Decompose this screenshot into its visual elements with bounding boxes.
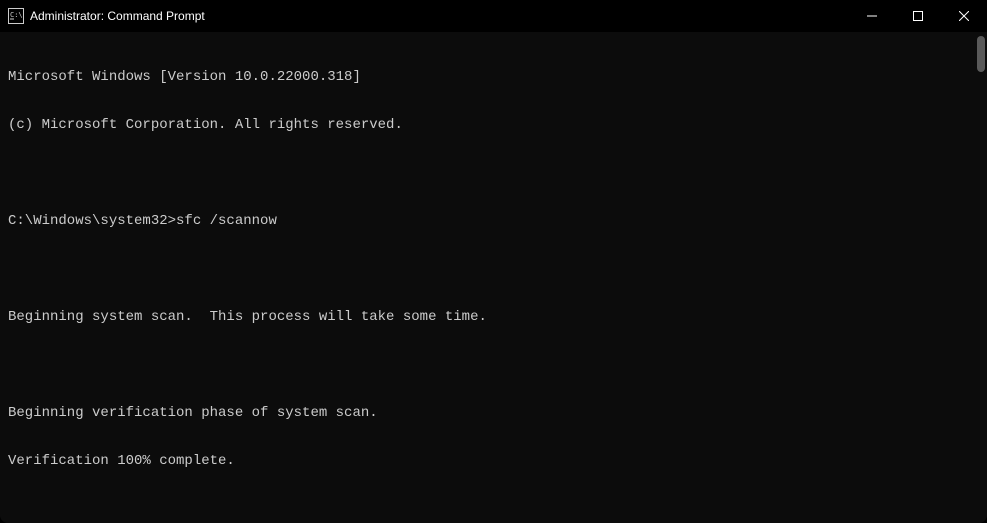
blank-line [8, 357, 979, 373]
window-title: Administrator: Command Prompt [30, 9, 849, 23]
blank-line [8, 165, 979, 181]
close-button[interactable] [941, 0, 987, 32]
output-line: (c) Microsoft Corporation. All rights re… [8, 117, 979, 133]
output-line: Verification 100% complete. [8, 453, 979, 469]
titlebar[interactable]: C:\ Administrator: Command Prompt [0, 0, 987, 32]
scrollbar-thumb[interactable] [977, 36, 985, 72]
maximize-button[interactable] [895, 0, 941, 32]
blank-line [8, 261, 979, 277]
output-line: Microsoft Windows [Version 10.0.22000.31… [8, 69, 979, 85]
output-line: Beginning verification phase of system s… [8, 405, 979, 421]
window-controls [849, 0, 987, 32]
cmd-icon: C:\ [8, 8, 24, 24]
terminal-content: Microsoft Windows [Version 10.0.22000.31… [8, 37, 979, 523]
prompt-line: C:\Windows\system32>sfc /scannow [8, 213, 979, 229]
blank-line [8, 501, 979, 517]
output-line: Beginning system scan. This process will… [8, 309, 979, 325]
svg-text:C:\: C:\ [10, 11, 23, 19]
terminal-body[interactable]: Microsoft Windows [Version 10.0.22000.31… [0, 32, 987, 523]
minimize-button[interactable] [849, 0, 895, 32]
command-prompt-window: C:\ Administrator: Command Prompt Micros… [0, 0, 987, 523]
